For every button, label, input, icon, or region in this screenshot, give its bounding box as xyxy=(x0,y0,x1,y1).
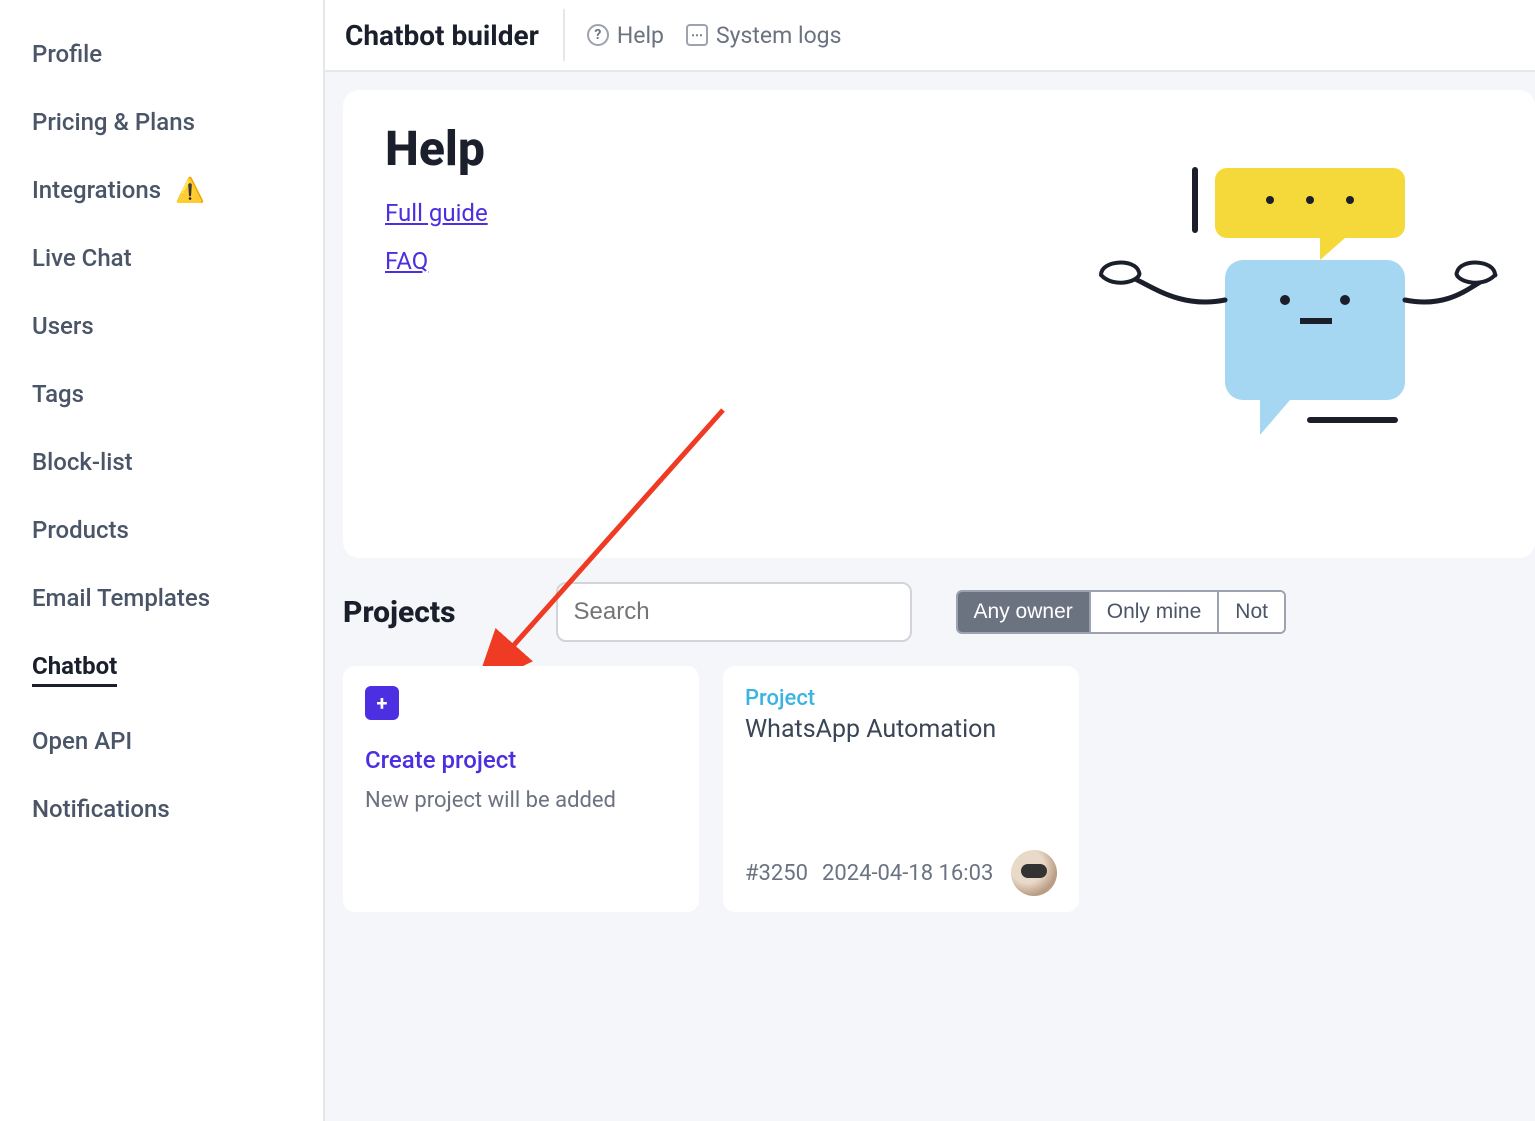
filter-not-mine[interactable]: Not xyxy=(1219,592,1284,632)
project-timestamp: 2024-04-18 16:03 xyxy=(822,861,993,886)
project-id: #3250 xyxy=(745,861,808,886)
help-card: Help Full guide FAQ xyxy=(343,90,1535,558)
sidebar-item-livechat[interactable]: Live Chat xyxy=(32,224,323,292)
owner-filter-group: Any owner Only mine Not xyxy=(956,590,1286,634)
sidebar-item-chatbot[interactable]: Chatbot xyxy=(32,632,323,707)
logs-icon: ⋯ xyxy=(686,24,708,46)
filter-any-owner[interactable]: Any owner xyxy=(958,592,1091,632)
sidebar-item-pricing[interactable]: Pricing & Plans xyxy=(32,88,323,156)
sidebar-item-notifications[interactable]: Notifications xyxy=(32,775,323,843)
sidebar-item-integrations[interactable]: Integrations⚠️ xyxy=(32,156,323,224)
create-project-subtitle: New project will be added xyxy=(365,788,677,813)
page-title: Chatbot builder xyxy=(345,9,565,61)
project-card-meta: #3250 2024-04-18 16:03 xyxy=(745,850,1057,896)
main-area: Chatbot builder ? Help ⋯ System logs Hel… xyxy=(323,0,1535,1121)
warning-icon: ⚠️ xyxy=(175,176,205,204)
sidebar-item-blocklist[interactable]: Block-list xyxy=(32,428,323,496)
sidebar-item-emailtemplates[interactable]: Email Templates xyxy=(32,564,323,632)
help-button-label: Help xyxy=(617,22,664,49)
sidebar: Profile Pricing & Plans Integrations⚠️ L… xyxy=(0,0,323,1121)
avatar xyxy=(1011,850,1057,896)
project-cards-row: + Create project New project will be add… xyxy=(343,666,1535,912)
project-card-label: Project xyxy=(745,686,1057,711)
project-card-name: WhatsApp Automation xyxy=(745,715,1057,744)
projects-header: Projects Any owner Only mine Not xyxy=(343,582,1535,642)
create-project-card[interactable]: + Create project New project will be add… xyxy=(343,666,699,912)
create-project-title: Create project xyxy=(365,746,677,774)
annotation-arrow xyxy=(463,400,743,700)
header-bar: Chatbot builder ? Help ⋯ System logs xyxy=(325,0,1535,72)
project-card[interactable]: Project WhatsApp Automation #3250 2024-0… xyxy=(723,666,1079,912)
help-illustration xyxy=(1095,160,1515,460)
system-logs-button[interactable]: ⋯ System logs xyxy=(686,22,842,49)
projects-title: Projects xyxy=(343,595,456,630)
system-logs-button-label: System logs xyxy=(716,22,842,49)
sidebar-item-openapi[interactable]: Open API xyxy=(32,707,323,775)
plus-icon: + xyxy=(365,686,399,720)
help-icon: ? xyxy=(587,24,609,46)
sidebar-item-tags[interactable]: Tags xyxy=(32,360,323,428)
sidebar-item-products[interactable]: Products xyxy=(32,496,323,564)
sidebar-item-users[interactable]: Users xyxy=(32,292,323,360)
filter-only-mine[interactable]: Only mine xyxy=(1091,592,1220,632)
content-area: Help Full guide FAQ xyxy=(325,72,1535,1121)
help-button[interactable]: ? Help xyxy=(587,22,664,49)
search-input[interactable] xyxy=(556,582,912,642)
sidebar-item-profile[interactable]: Profile xyxy=(32,20,323,88)
